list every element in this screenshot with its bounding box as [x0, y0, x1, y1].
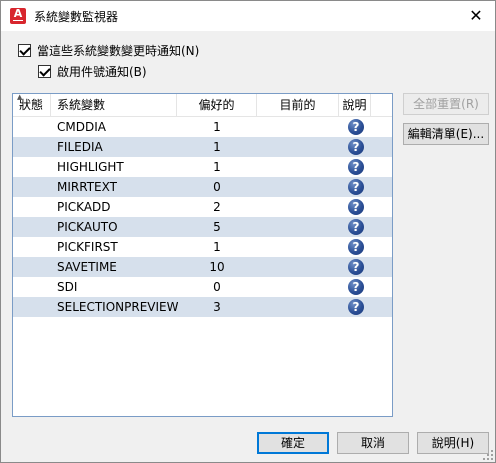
table-row[interactable]: PICKFIRST 1 ?: [13, 237, 392, 257]
autocad-app-icon: A: [10, 8, 26, 24]
variable-name: MIRRTEXT: [57, 180, 117, 194]
preferred-value[interactable]: 0: [177, 177, 257, 197]
help-icon[interactable]: ?: [348, 199, 364, 215]
preferred-value[interactable]: 5: [177, 217, 257, 237]
window-title: 系統變數監視器: [34, 10, 119, 24]
preferred-value[interactable]: 1: [177, 157, 257, 177]
table-row[interactable]: SAVETIME 10 ?: [13, 257, 392, 277]
preferred-value-field[interactable]: 1: [177, 117, 257, 137]
table-row[interactable]: MIRRTEXT 0 ?: [13, 177, 392, 197]
preferred-value[interactable]: 1: [177, 237, 257, 257]
app-icon-letter: A: [13, 7, 23, 20]
help-icon[interactable]: ?: [348, 159, 364, 175]
table-row[interactable]: CMDDIA 1 ?: [13, 117, 392, 137]
preferred-value[interactable]: 1: [177, 137, 257, 157]
help-icon[interactable]: ?: [348, 139, 364, 155]
table-row[interactable]: PICKAUTO 5 ?: [13, 217, 392, 237]
help-icon[interactable]: ?: [348, 179, 364, 195]
system-variable-list[interactable]: ▲ 狀態 系統變數 偏好的 目前的 說明 CMDDIA 1 ? FILEDIA …: [12, 93, 393, 417]
sort-ascending-icon: ▲: [17, 93, 23, 101]
enable-balloon-checkbox[interactable]: [38, 65, 51, 78]
resize-grip-icon[interactable]: [481, 448, 493, 460]
help-icon[interactable]: ?: [348, 259, 364, 275]
notify-on-change-label: 當這些系統變數變更時通知(N): [37, 44, 200, 58]
column-header-status[interactable]: ▲ 狀態: [13, 94, 51, 117]
variable-name: PICKAUTO: [57, 220, 118, 234]
reset-all-button[interactable]: 全部重置(R): [403, 93, 489, 115]
table-row[interactable]: PICKADD 2 ?: [13, 197, 392, 217]
preferred-value[interactable]: 0: [177, 277, 257, 297]
variable-name: SELECTIONPREVIEW: [57, 300, 179, 314]
help-icon[interactable]: ?: [348, 219, 364, 235]
variable-name: CMDDIA: [57, 120, 106, 134]
help-button[interactable]: 說明(H): [417, 432, 489, 454]
system-variable-monitor-dialog: A 系統變數監視器 ✕ 當這些系統變數變更時通知(N) 啟用件號通知(B) ▲ …: [0, 0, 496, 463]
column-header-current[interactable]: 目前的: [257, 94, 339, 117]
notify-on-change-option[interactable]: 當這些系統變數變更時通知(N): [18, 42, 199, 59]
enable-balloon-label: 啟用件號通知(B): [57, 65, 147, 79]
title-bar: A 系統變數監視器 ✕: [1, 1, 495, 31]
preferred-value[interactable]: 10: [177, 257, 257, 277]
column-header-preferred[interactable]: 偏好的: [177, 94, 257, 117]
list-header: ▲ 狀態 系統變數 偏好的 目前的 說明: [13, 94, 392, 117]
variable-name: SAVETIME: [57, 260, 117, 274]
preferred-value[interactable]: 3: [177, 297, 257, 317]
close-icon[interactable]: ✕: [465, 5, 487, 27]
column-header-help[interactable]: 說明: [339, 94, 371, 117]
help-icon[interactable]: ?: [348, 239, 364, 255]
edit-list-button[interactable]: 編輯清單(E)...: [403, 123, 489, 145]
column-header-variable[interactable]: 系統變數: [51, 94, 177, 117]
variable-name: FILEDIA: [57, 140, 103, 154]
variable-name: PICKADD: [57, 200, 111, 214]
variable-name: PICKFIRST: [57, 240, 118, 254]
help-icon[interactable]: ?: [348, 119, 364, 135]
table-row[interactable]: FILEDIA 1 ?: [13, 137, 392, 157]
variable-name: HIGHLIGHT: [57, 160, 124, 174]
help-icon[interactable]: ?: [348, 279, 364, 295]
table-row[interactable]: SELECTIONPREVIEW 3 ?: [13, 297, 392, 317]
preferred-value[interactable]: 2: [177, 197, 257, 217]
enable-balloon-option[interactable]: 啟用件號通知(B): [38, 63, 147, 80]
variable-name: SDI: [57, 280, 78, 294]
table-row[interactable]: HIGHLIGHT 1 ?: [13, 157, 392, 177]
help-icon[interactable]: ?: [348, 299, 364, 315]
ok-button[interactable]: 確定: [257, 432, 329, 454]
table-row[interactable]: SDI 0 ?: [13, 277, 392, 297]
cancel-button[interactable]: 取消: [337, 432, 409, 454]
notify-on-change-checkbox[interactable]: [18, 44, 31, 57]
